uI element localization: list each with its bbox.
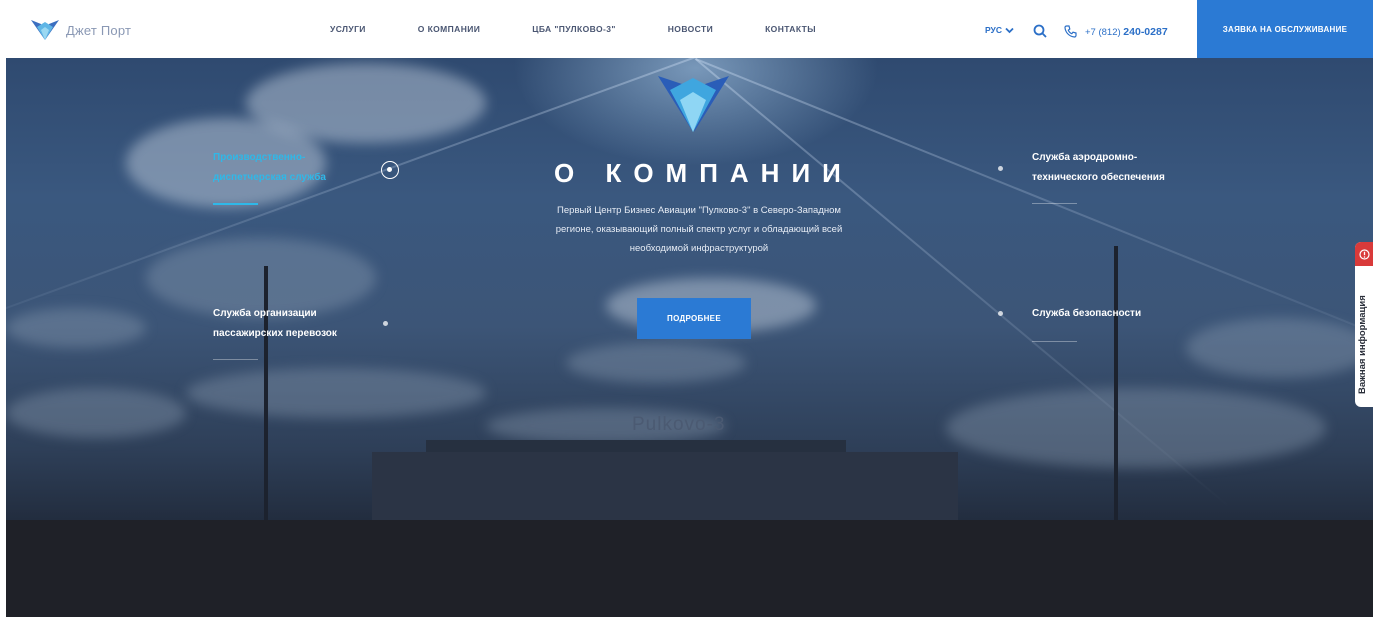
cloud: [1186, 318, 1373, 378]
company-emblem-icon: [658, 76, 729, 132]
cloud: [566, 343, 746, 383]
cloud: [186, 368, 486, 418]
service-airfield[interactable]: Служба аэродромно- технического обеспече…: [1032, 148, 1165, 188]
ground: [6, 520, 1373, 617]
nav-item-news[interactable]: НОВОСТИ: [668, 24, 713, 34]
phone-prefix: +7 (812): [1085, 27, 1121, 38]
phone-link[interactable]: +7 (812) 240-0287: [1085, 26, 1168, 38]
service-security-line1: Служба безопасности: [1032, 308, 1142, 319]
light-pole: [1114, 246, 1118, 522]
service-airfield-underline: [1032, 203, 1077, 204]
cloud: [946, 388, 1326, 468]
cloud: [6, 308, 146, 348]
service-airfield-dot[interactable]: [998, 166, 1003, 171]
service-passenger-line1: Служба организации: [213, 308, 317, 319]
nav-item-pulkovo3[interactable]: ЦБА "ПУЛКОВО-3": [532, 24, 616, 34]
service-dispatch[interactable]: Производственно- диспетчерская служба: [213, 148, 326, 188]
logo-text: Джет Порт: [66, 22, 132, 38]
service-security-dot[interactable]: [998, 311, 1003, 316]
nav-item-contacts[interactable]: КОНТАКТЫ: [765, 24, 816, 34]
hero-description: Первый Центр Бизнес Авиации "Пулково-3" …: [555, 205, 843, 254]
nav-item-about[interactable]: О КОМПАНИИ: [418, 24, 480, 34]
logo-icon: [31, 20, 59, 40]
language-selector[interactable]: РУС: [985, 25, 1014, 35]
service-passenger-underline: [213, 359, 258, 360]
site-header: Джет Порт УСЛУГИ О КОМПАНИИ ЦБА "ПУЛКОВО…: [0, 0, 1373, 58]
service-dispatch-underline: [213, 203, 258, 205]
main-nav: УСЛУГИ О КОМПАНИИ ЦБА "ПУЛКОВО-3" НОВОСТ…: [330, 0, 868, 58]
service-request-button[interactable]: ЗАЯВКА НА ОБСЛУЖИВАНИЕ: [1197, 0, 1373, 58]
terminal-sign: Pulkovo-3: [632, 414, 726, 435]
phone-icon: [1064, 25, 1077, 38]
nav-item-services[interactable]: УСЛУГИ: [330, 24, 366, 34]
phone-number: 240-0287: [1123, 26, 1168, 38]
important-info-label: Важная информация: [1357, 295, 1368, 394]
service-dispatch-dot[interactable]: [381, 161, 399, 179]
alert-icon: [1358, 248, 1370, 260]
service-passenger-dot[interactable]: [383, 321, 388, 326]
cloud: [6, 388, 186, 438]
terminal-building: [372, 452, 958, 522]
service-dispatch-line2: диспетчерская служба: [213, 172, 326, 183]
hero-section: Pulkovo-3 О КОМПАНИИ Первый Центр Бизнес…: [6, 58, 1373, 617]
alert-badge: [1355, 242, 1373, 266]
logo[interactable]: Джет Порт: [30, 18, 131, 42]
chevron-down-icon: [1005, 27, 1014, 33]
service-airfield-line1: Служба аэродромно-: [1032, 152, 1138, 163]
more-button[interactable]: ПОДРОБНЕЕ: [637, 298, 751, 339]
service-passenger-line2: пассажирских перевозок: [213, 328, 337, 339]
hero-title: О КОМПАНИИ: [554, 158, 853, 188]
service-dispatch-line1: Производственно-: [213, 152, 306, 163]
service-passenger[interactable]: Служба организации пассажирских перевозо…: [213, 304, 337, 344]
important-info-tab[interactable]: Важная информация: [1355, 242, 1373, 407]
search-icon[interactable]: [1033, 24, 1047, 38]
service-airfield-line2: технического обеспечения: [1032, 172, 1165, 183]
language-label: РУС: [985, 25, 1002, 35]
service-security[interactable]: Служба безопасности: [1032, 304, 1141, 324]
service-security-underline: [1032, 341, 1077, 342]
